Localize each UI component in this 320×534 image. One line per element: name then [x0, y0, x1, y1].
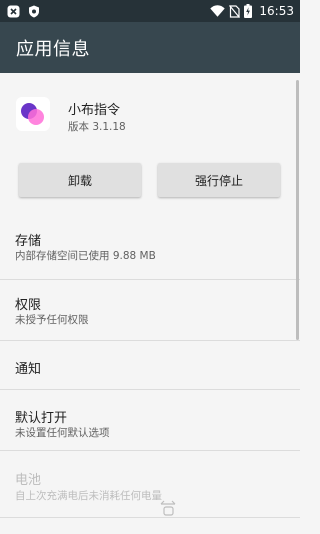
- open-by-default-subtitle: 未设置任何默认选项: [15, 427, 110, 439]
- no-sim-icon: [229, 4, 241, 18]
- app-version: 版本 3.1.18: [68, 121, 126, 133]
- status-bar-right: 16:53: [210, 4, 300, 18]
- permissions-item[interactable]: 权限 未授予任何权限: [0, 280, 300, 340]
- storage-subtitle: 内部存储空间已使用 9.88 MB: [15, 250, 156, 262]
- notifications-title: 通知: [15, 362, 42, 377]
- open-by-default-title: 默认打开: [15, 411, 68, 426]
- app-bar: 应用信息: [0, 22, 300, 73]
- app-notification-icon: [7, 5, 20, 18]
- battery-subtitle: 自上次充满电后未消耗任何电量: [15, 490, 162, 502]
- wifi-icon: [210, 5, 226, 17]
- permissions-subtitle: 未授予任何权限: [15, 314, 89, 326]
- app-name: 小布指令: [68, 103, 121, 118]
- notifications-item[interactable]: 通知: [0, 341, 300, 389]
- status-time: 16:53: [259, 4, 294, 18]
- app-header: 小布指令 版本 3.1.18: [0, 73, 300, 157]
- status-bar-left: [0, 5, 40, 18]
- open-by-default-item[interactable]: 默认打开 未设置任何默认选项: [0, 390, 300, 450]
- uninstall-button[interactable]: 卸载: [19, 163, 141, 197]
- battery-title: 电池: [15, 473, 42, 488]
- shield-icon: [28, 5, 40, 18]
- scrollbar[interactable]: [296, 80, 299, 340]
- page-title: 应用信息: [16, 38, 90, 60]
- storage-title: 存储: [15, 234, 42, 249]
- storage-item[interactable]: 存储 内部存储空间已使用 9.88 MB: [0, 220, 300, 272]
- permissions-title: 权限: [15, 298, 42, 313]
- battery-item: 电池 自上次充满电后未消耗任何电量: [0, 451, 300, 517]
- status-bar: 16:53: [0, 0, 300, 22]
- battery-charging-icon: [244, 4, 253, 18]
- force-stop-button[interactable]: 强行停止: [158, 163, 280, 197]
- hand-tap-icon: [158, 500, 178, 520]
- app-icon: [16, 97, 50, 131]
- divider: [0, 517, 300, 518]
